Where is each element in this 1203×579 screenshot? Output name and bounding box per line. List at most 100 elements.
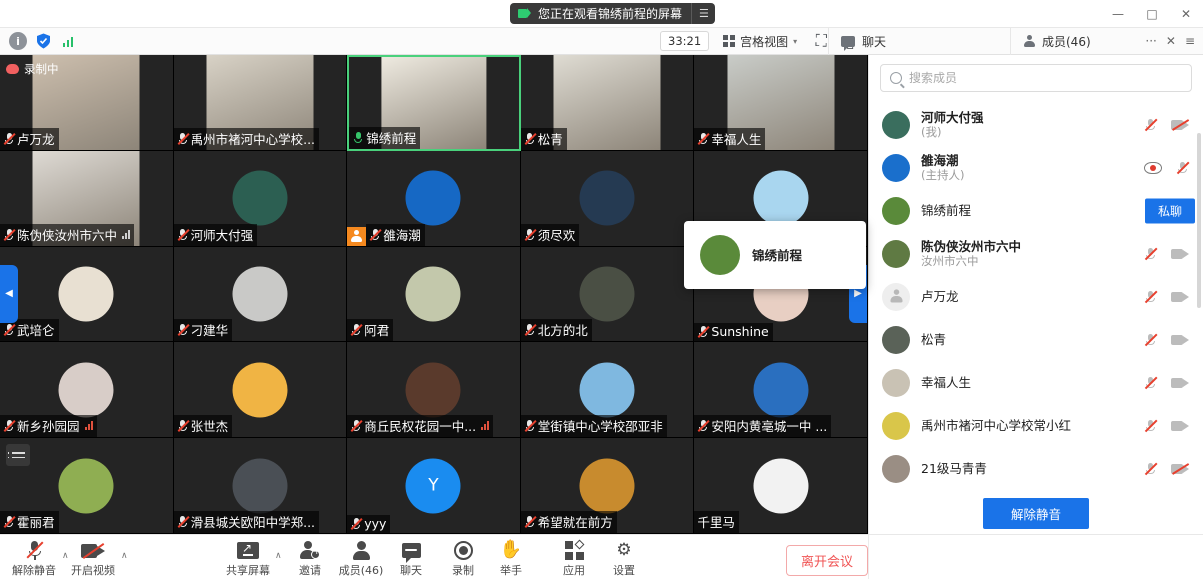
mic-off-icon[interactable] (1144, 290, 1157, 304)
camera-on-icon[interactable] (1171, 291, 1189, 303)
bottom-raise-hand-button[interactable]: ✋ 举手 (481, 539, 541, 578)
minimize-button[interactable]: — (1101, 0, 1135, 28)
list-view-icon[interactable] (6, 444, 30, 466)
bottom-share-screen-button[interactable]: 共享屏幕 (218, 539, 278, 578)
video-tile[interactable]: 商丘民权花园一中... (347, 342, 521, 438)
bottom-start-video-button[interactable]: 开启视频 (63, 539, 123, 578)
video-tile[interactable]: 雒海潮 (347, 151, 521, 247)
leave-meeting-button[interactable]: 离开会议 (786, 545, 868, 576)
mic-off-icon[interactable] (1144, 462, 1157, 476)
video-tile[interactable]: 陈伪侠汝州市六中 (0, 151, 174, 247)
bottom-settings-button[interactable]: ⚙ 设置 (594, 539, 654, 578)
avatar (753, 362, 808, 417)
participant-row[interactable]: 陈伪侠汝州市六中汝州市六中 (869, 232, 1203, 275)
tile-name-bar: 雒海潮 (366, 224, 425, 246)
chat-icon (841, 36, 855, 47)
video-tile[interactable]: ◀武培仑 (0, 247, 174, 343)
participant-row[interactable]: 河师大付强(我) (869, 103, 1203, 146)
bottom-unmute-button[interactable]: 解除静音 (4, 539, 64, 578)
video-tile[interactable]: 须尽欢 (521, 151, 695, 247)
tile-name-bar: 新乡孙园园 (0, 415, 97, 437)
video-tile[interactable]: 希望就在前方 (521, 438, 695, 534)
camera-off-icon[interactable] (1171, 119, 1189, 131)
video-tile[interactable]: 霍丽君 (0, 438, 174, 534)
mic-off-icon[interactable] (1144, 419, 1157, 433)
panel-unmute-button[interactable]: 解除静音 (983, 498, 1089, 529)
eye-icon[interactable] (1144, 162, 1162, 174)
camera-on-icon[interactable] (1171, 248, 1189, 260)
participant-list-scrollbar[interactable] (1197, 133, 1201, 308)
mic-off-icon[interactable] (1144, 118, 1157, 132)
participant-controls (1144, 376, 1189, 390)
shield-icon[interactable] (34, 32, 52, 50)
tile-name-bar: 幸福人生 (694, 128, 765, 150)
avatar (882, 154, 910, 182)
close-button[interactable]: ✕ (1169, 0, 1203, 28)
participant-controls (1144, 290, 1189, 304)
person-icon (350, 230, 363, 243)
video-tile[interactable]: 河师大付强 (174, 151, 348, 247)
tile-participant-name: 张世杰 (191, 416, 229, 435)
participant-name: 21级马青青 (921, 461, 1133, 476)
more-options-icon[interactable]: ··· (1145, 34, 1156, 48)
tile-participant-name: 雒海潮 (383, 225, 421, 244)
view-mode-selector[interactable]: 宫格视图 ▾ (718, 31, 802, 52)
video-tile[interactable]: 禹州市褚河中心学校... (174, 55, 348, 151)
video-tile[interactable]: 幸福人生 (694, 55, 868, 151)
video-tile[interactable]: Yyyy (347, 438, 521, 534)
participant-row[interactable]: 卢万龙 (869, 275, 1203, 318)
toolbar-chat-tab[interactable]: 聊天 (828, 28, 1010, 55)
participant-row[interactable]: 雒海潮(主持人) (869, 146, 1203, 189)
mic-off-icon[interactable] (1176, 161, 1189, 175)
participant-row[interactable]: 21级马青青 (869, 447, 1203, 490)
participant-row[interactable]: 禹州市褚河中心学校常小红 (869, 404, 1203, 447)
panel-menu-icon[interactable]: ≡ (1185, 34, 1195, 48)
video-tile[interactable]: 阿君 (347, 247, 521, 343)
camera-off-icon[interactable] (1171, 463, 1189, 475)
hamburger-icon[interactable]: ☰ (691, 3, 709, 24)
search-box[interactable] (880, 64, 1192, 92)
participant-list[interactable]: 河师大付强(我)雒海潮(主持人)锦绣前程私聊陈伪侠汝州市六中汝州市六中卢万龙松青… (869, 103, 1203, 492)
video-tile[interactable]: 安阳内黄亳城一中 ... (694, 342, 868, 438)
participant-row[interactable]: 幸福人生 (869, 361, 1203, 404)
toolbar-members-tab[interactable]: 成员(46) (1010, 28, 1145, 55)
grid-prev-page-arrow[interactable]: ◀ (0, 265, 18, 323)
participant-name: 卢万龙 (921, 289, 1133, 304)
mic-off-icon[interactable] (1144, 333, 1157, 347)
camera-on-icon[interactable] (1171, 377, 1189, 389)
video-tile[interactable]: 张世杰 (174, 342, 348, 438)
camera-on-icon[interactable] (1171, 420, 1189, 432)
maximize-button[interactable]: □ (1135, 0, 1169, 28)
avatar (232, 171, 287, 226)
tile-name-bar: 锦绣前程 (349, 127, 420, 149)
private-chat-button[interactable]: 私聊 (1145, 198, 1195, 223)
mic-off-icon[interactable] (1144, 376, 1157, 390)
participant-name: 陈伪侠汝州市六中 (921, 239, 1133, 254)
video-tile[interactable]: 刁建华 (174, 247, 348, 343)
video-tile[interactable]: 滑县城关欧阳中学郑... (174, 438, 348, 534)
screen-share-banner[interactable]: 您正在观看锦绣前程的屏幕 ☰ (510, 3, 715, 24)
video-tile[interactable]: 北方的北 (521, 247, 695, 343)
mic-off-icon (697, 419, 709, 432)
video-tile[interactable]: 堂街镇中心学校邵亚非 (521, 342, 695, 438)
camera-options-chevron-icon[interactable]: ∧ (121, 551, 128, 561)
avatar (580, 458, 635, 513)
video-tile[interactable]: 新乡孙园园 (0, 342, 174, 438)
video-tile[interactable]: 松青 (521, 55, 695, 151)
participant-popover[interactable]: 锦绣前程 (684, 221, 866, 289)
video-tile[interactable]: 录制中卢万龙 (0, 55, 174, 151)
info-icon[interactable]: i (9, 32, 27, 50)
video-tile[interactable]: 锦绣前程 (347, 55, 521, 151)
mic-off-icon[interactable] (1144, 247, 1157, 261)
video-tile[interactable]: 千里马 (694, 438, 868, 534)
screen-share-banner-text: 您正在观看锦绣前程的屏幕 (538, 5, 682, 22)
search-input[interactable] (909, 71, 1182, 85)
signal-bars-icon[interactable] (59, 32, 77, 50)
panel-close-icon[interactable]: ✕ (1166, 34, 1176, 48)
participant-row[interactable]: 松青 (869, 318, 1203, 361)
bottom-chat-button[interactable]: 聊天 (381, 539, 441, 578)
participant-row[interactable]: 锦绣前程私聊 (869, 189, 1203, 232)
participant-name: 松青 (921, 332, 1133, 347)
camera-on-icon[interactable] (1171, 334, 1189, 346)
tile-name-bar: 希望就在前方 (521, 511, 617, 533)
